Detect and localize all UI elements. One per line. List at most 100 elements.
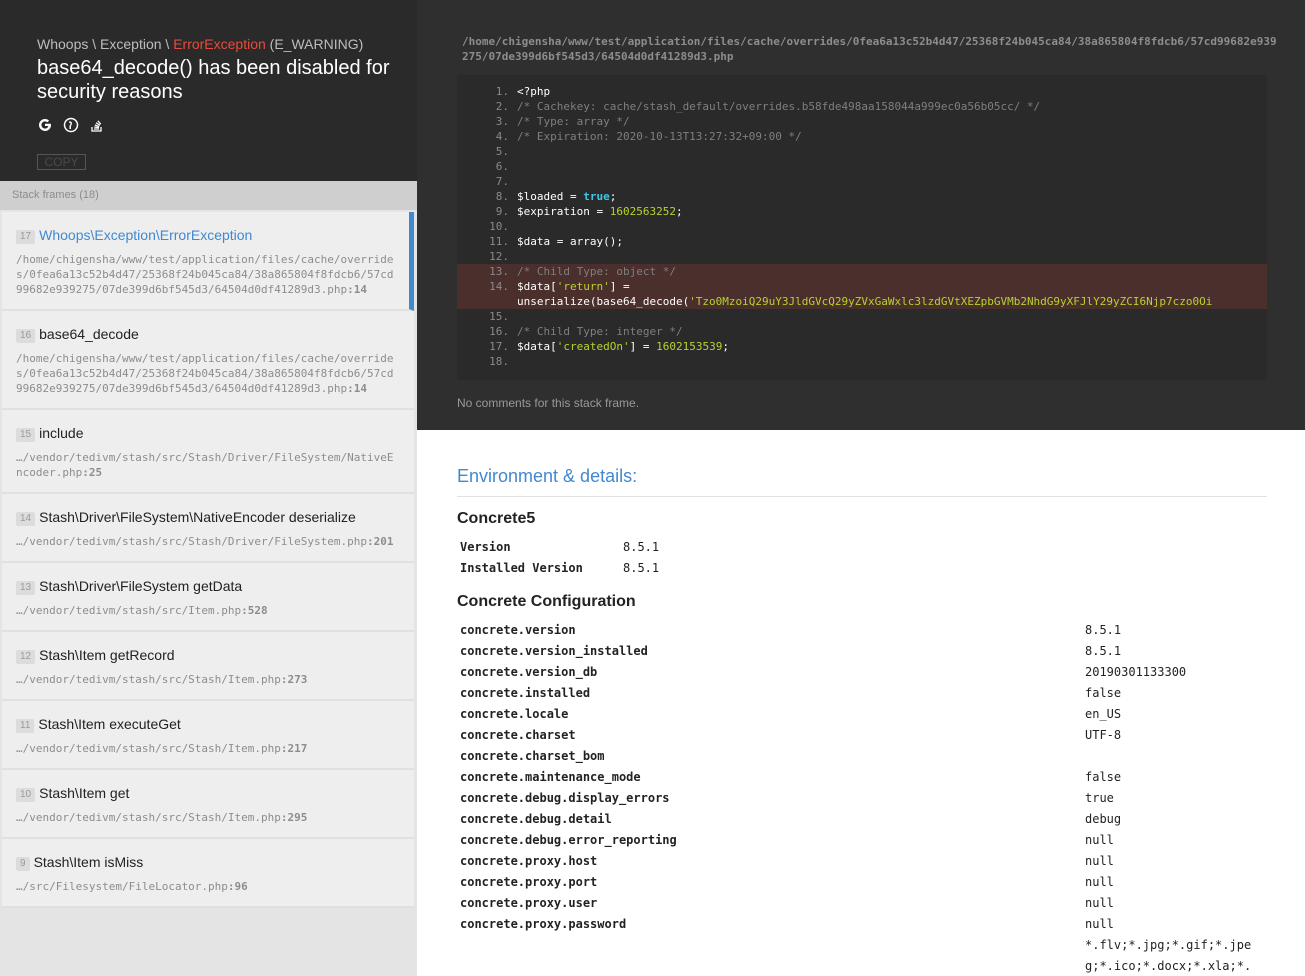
code-token: <?php <box>517 85 551 98</box>
stack-frame[interactable]: 10 Stash\Item get …/vendor/tedivm/stash/sr… <box>2 770 414 839</box>
stack-frame[interactable]: 16 base64_decode/home/chigensha/www/test/… <box>2 311 414 410</box>
exception-header: Whoops \ Exception \ ErrorException (E_W… <box>0 0 417 181</box>
detail-key: Installed Version <box>460 558 583 579</box>
line-number: 12. <box>489 250 509 263</box>
exception-class-path: Whoops \ Exception \ ErrorException (E_W… <box>37 36 363 52</box>
stack-frame[interactable]: 12 Stash\Item getRecord …/vendor/tedivm/st… <box>2 632 414 701</box>
line-number: 5. <box>495 145 509 158</box>
code-token: /* Expiration: 2020-10-13T13:27:32+09:00… <box>517 130 802 143</box>
code-token: true <box>583 190 610 203</box>
detail-key: concrete.debug.detail <box>460 809 612 830</box>
line-number: 16. <box>489 325 509 338</box>
code-panel: /home/chigensha/www/test/application/fil… <box>417 0 1305 430</box>
frame-line-number: :14 <box>347 382 368 395</box>
frame-line-number: :25 <box>82 466 103 479</box>
detail-key: concrete.proxy.host <box>460 851 597 872</box>
stack-frame[interactable]: 14 Stash\Driver\FileSystem\NativeEncoder … <box>2 494 414 563</box>
detail-key-text: Installed Version <box>460 561 583 575</box>
class-whoops: Whoops <box>37 36 89 52</box>
class-separator: \ <box>88 36 101 52</box>
frame-title: 13 Stash\Driver\FileSystem getData <box>16 577 400 595</box>
line-code: /* Child Type: integer */ <box>517 324 683 339</box>
detail-value: UTF-8 <box>1085 728 1122 742</box>
frame-index: 9 <box>16 857 30 871</box>
frame-comments: No comments for this stack frame. <box>457 396 640 410</box>
line-number: 6. <box>495 160 509 173</box>
detail-key: concrete.debug.display_errors <box>460 788 670 809</box>
detail-key: concrete.proxy.password <box>460 914 626 935</box>
stack-frame[interactable]: 15 include …/vendor/tedivm/stash/src/Stash… <box>2 410 414 494</box>
detail-key: concrete.locale <box>460 704 568 725</box>
divider <box>457 496 1267 497</box>
stack-frame[interactable]: 17 Whoops\Exception\ErrorException/home/c… <box>2 212 414 311</box>
stack-frame[interactable]: 9 Stash\Item isMiss …/src/Filesystem/FileL… <box>2 839 414 908</box>
line-number: 3. <box>495 115 509 128</box>
detail-value: 8.5.1 <box>623 540 660 554</box>
google-search-icon[interactable] <box>37 117 53 133</box>
frame-index: 14 <box>16 512 36 526</box>
line-number: 17. <box>489 340 509 353</box>
stackoverflow-search-icon[interactable] <box>89 117 105 133</box>
detail-key: concrete.version_installed <box>460 641 648 662</box>
code-line: 17. $data['createdOn'] = 1602153539; <box>457 339 1267 354</box>
detail-value: null <box>1085 854 1114 868</box>
detail-key: concrete.proxy.user <box>460 893 597 914</box>
frame-function: include <box>39 425 84 441</box>
search-links <box>37 117 105 133</box>
line-number: 10. <box>489 220 509 233</box>
frame-line-number: :201 <box>367 535 394 548</box>
detail-key: concrete.proxy.port <box>460 872 597 893</box>
code-token: unserialize(base64_decode( <box>517 295 690 308</box>
frame-title: 10 Stash\Item get <box>16 784 400 802</box>
stack-frames-list[interactable]: 17 Whoops\Exception\ErrorException/home/c… <box>2 212 414 976</box>
code-line: 11. $data = array(); <box>457 234 1267 249</box>
line-number: 13. <box>489 265 509 278</box>
stack-frame[interactable]: 11 Stash\Item executeGet …/vendor/tedivm/s… <box>2 701 414 770</box>
frame-file-path: …/vendor/tedivm/stash/src/Stash/Item.php <box>16 742 281 755</box>
stack-frame[interactable]: 13 Stash\Driver\FileSystem getData …/vendo… <box>2 563 414 632</box>
code-line: 4. /* Expiration: 2020-10-13T13:27:32+09:… <box>457 129 1267 144</box>
detail-key: concrete.maintenance_mode <box>460 767 641 788</box>
frame-file: /home/chigensha/www/test/application/fil… <box>16 351 400 396</box>
class-error-exception: ErrorException <box>173 36 266 52</box>
detail-key-text: concrete.proxy.host <box>460 854 598 868</box>
line-number: 4. <box>495 130 509 143</box>
code-token: /* Child Type: integer */ <box>517 325 683 338</box>
detail-value: g;*.ico;*.docx;*.xla;*. <box>1085 959 1252 973</box>
error-type: (E_WARNING) <box>265 36 364 52</box>
code-line: 12. <box>457 249 1267 264</box>
frame-file-path: /home/chigensha/www/test/application/fil… <box>462 35 1277 63</box>
code-token: ; <box>609 190 617 203</box>
detail-key-text: concrete.debug.error_reporting <box>460 833 677 847</box>
code-token: /* Child Type: object */ <box>517 265 676 278</box>
line-number: 7. <box>495 175 509 188</box>
code-token: $data[ <box>517 280 557 293</box>
line-code: /* Cachekey: cache/stash_default/overrid… <box>517 99 1040 114</box>
detail-key: concrete.installed <box>460 683 590 704</box>
duckduckgo-search-icon[interactable] <box>63 117 79 133</box>
frame-file-path: …/vendor/tedivm/stash/src/Item.php <box>16 604 242 617</box>
detail-key-text: concrete.locale <box>460 707 569 721</box>
exception-message: base64_decode() has been disabled for se… <box>37 57 390 103</box>
frame-function: Stash\Driver\FileSystem\NativeEncoder de… <box>39 509 356 525</box>
detail-value: null <box>1085 875 1114 889</box>
code-token: /* Type: array */ <box>517 115 630 128</box>
line-code: $data = array(); <box>517 234 623 249</box>
line-number: 2. <box>495 100 509 113</box>
frame-line-number: :217 <box>280 742 308 755</box>
code-token: $data[ <box>517 340 557 353</box>
environment-title: Environment & details: <box>457 466 638 486</box>
section-title: Concrete5 <box>457 510 536 527</box>
frame-index: 15 <box>16 428 36 442</box>
line-number: 1. <box>495 85 509 98</box>
detail-value: 8.5.1 <box>623 561 660 575</box>
line-number: 15. <box>489 310 509 323</box>
code-line: 16. /* Child Type: integer */ <box>457 324 1267 339</box>
frame-line-number: :273 <box>280 673 308 686</box>
frame-index: 17 <box>16 230 36 244</box>
line-number: 18. <box>489 355 509 368</box>
code-line: 8. $loaded = true; <box>457 189 1267 204</box>
copy-button[interactable]: COPY <box>37 154 86 170</box>
line-number: 8. <box>495 190 509 203</box>
frame-file: …/vendor/tedivm/stash/src/Item.php:528 <box>16 603 400 618</box>
